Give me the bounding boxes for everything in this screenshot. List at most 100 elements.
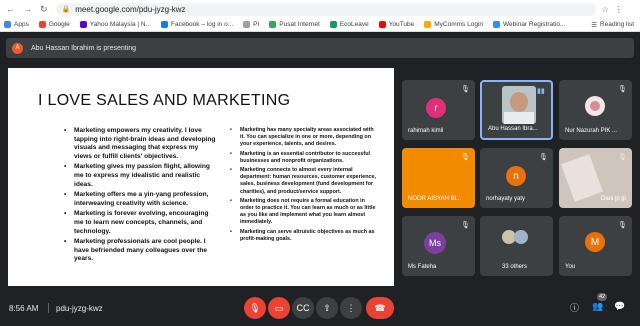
bookmark-pi[interactable]: PI [243, 21, 259, 28]
mic-off-icon: 🎙 [249, 302, 261, 313]
photo-shape [590, 101, 600, 111]
present-button[interactable]: ⇧ [316, 297, 338, 319]
participant-name: norhayaty yaty [486, 196, 526, 202]
mic-off-icon: 🎙 [618, 86, 627, 93]
others-count: 33 others [502, 264, 528, 270]
people-count-badge: 42 [597, 293, 607, 301]
info-icon[interactable]: ⓘ [570, 301, 579, 314]
slide-bullet: Marketing professionals are cool people.… [62, 238, 218, 264]
bookmark-youtube[interactable]: YouTube [378, 21, 414, 28]
others-tile[interactable]: 33 others [480, 216, 553, 276]
speaking-icon: ▮▮ [537, 88, 545, 95]
slide-bullet: Marketing connects to almost every inter… [228, 167, 378, 196]
reading-list-icon: ☰ [591, 21, 598, 29]
leave-call-button[interactable]: ☎ [366, 297, 394, 319]
participant-tile[interactable]: 🎙 r rahimah kimli [402, 80, 475, 140]
presenter-avatar: A [12, 42, 23, 54]
camera-off-icon: ▭ [274, 302, 284, 313]
yahoo-icon [79, 21, 87, 28]
bookmark-facebook[interactable]: Facebook – log in o... [160, 21, 233, 28]
participant-name: You [565, 264, 576, 270]
divider [48, 303, 49, 313]
forward-icon[interactable]: → [23, 4, 32, 15]
bookmark-webinar[interactable]: Webinar Registratio... [493, 21, 565, 28]
avatar: M [585, 232, 605, 252]
presenting-text: Abu Hassan Ibrahim is presenting [31, 44, 137, 52]
shirt-shape [504, 112, 534, 124]
video-feed [502, 86, 536, 124]
slide-title: I LOVE SALES AND MARKETING [38, 92, 291, 109]
reading-list[interactable]: ☰ Reading list [591, 21, 634, 29]
slide-bullet: Marketing offers me a yin-yang professio… [62, 191, 218, 208]
avatar: n [506, 166, 526, 186]
hang-up-icon: ☎ [374, 302, 386, 313]
participant-name: NOOR AISYAH BI... [408, 196, 462, 202]
avatar: Ms [424, 232, 446, 254]
bookmark-yahoo[interactable]: Yahoo Malaysia | N... [79, 21, 151, 28]
mic-off-icon: 🎙 [461, 86, 470, 93]
self-tile[interactable]: 🎙 M You [559, 216, 632, 276]
slide-bullet: Marketing has many specialty areas assoc… [228, 127, 378, 149]
avatar: r [426, 98, 446, 118]
slide-bullet: Marketing is an essential contributor to… [228, 151, 378, 165]
participant-tile[interactable]: 🎙 Ms Ms Fateha [402, 216, 475, 276]
slide-bullet: Marketing does not require a formal educ… [228, 198, 378, 227]
bookmarks-bar: Apps Google Yahoo Malaysia | N... Facebo… [0, 18, 640, 32]
reload-icon[interactable]: ↻ [40, 4, 48, 15]
participant-name: Ms Fateha [408, 264, 437, 270]
bookmark-apps[interactable]: Apps [4, 21, 29, 28]
captions-icon: CC [296, 303, 310, 313]
mic-off-icon: 🎙 [461, 154, 470, 161]
captions-button[interactable]: CC [292, 297, 314, 319]
apps-icon [4, 21, 11, 28]
lock-icon: 🔒 [61, 6, 71, 13]
webinar-icon [493, 21, 501, 28]
facebook-icon [160, 21, 168, 28]
back-icon[interactable]: ← [6, 4, 15, 15]
mycomms-icon [424, 21, 432, 28]
more-options-button[interactable]: ⋮ [340, 297, 362, 319]
participant-tile-active[interactable]: ▮▮ Abu Hassan Ibra... [480, 80, 553, 140]
mic-toggle-button[interactable]: 🎙 [244, 297, 266, 319]
mic-off-icon: 🎙 [618, 154, 627, 161]
google-icon [38, 21, 46, 28]
chat-icon[interactable]: 💬 [614, 301, 625, 312]
people-icon[interactable]: 👥 [592, 301, 603, 312]
meeting-controls: 8:56 AM pdu-jyzg-kwz 🎙 ▭ CC ⇧ ⋮ ☎ ⓘ 👥 42… [0, 292, 640, 326]
bookmark-pusat-internet[interactable]: Pusat Internet [269, 21, 320, 28]
participant-tile[interactable]: 🎙 Dani jp jp [559, 148, 632, 208]
bookmark-google[interactable]: Google [38, 21, 70, 28]
participant-tile[interactable]: 🎙 NOOR AISYAH BI... [402, 148, 475, 208]
participant-name: Dani jp jp [600, 196, 626, 202]
mic-off-icon: 🎙 [618, 222, 627, 229]
pi-icon [243, 21, 251, 28]
present-icon: ⇧ [323, 302, 331, 313]
participant-name: Abu Hassan Ibra... [488, 126, 538, 132]
face-shape [510, 92, 528, 112]
extensions-icon[interactable]: ⋮ [615, 5, 623, 14]
bookmark-ecoleave[interactable]: EcoLeave [329, 21, 369, 28]
mic-off-icon: 🎙 [461, 222, 470, 229]
presentation-slide: I LOVE SALES AND MARKETING Marketing emp… [8, 68, 394, 286]
participant-name: rahimah kimli [408, 128, 444, 134]
slide-right-column: Marketing has many specialty areas assoc… [228, 127, 378, 245]
slide-bullet: Marketing is forever evolving, encouragi… [62, 210, 218, 236]
avatar [514, 230, 528, 244]
more-vert-icon: ⋮ [346, 302, 356, 313]
browser-nav: ← → ↻ [0, 4, 48, 15]
browser-address-bar: ← → ↻ 🔒 meet.google.com/pdu-jyzg-kwz ☆ ⋮ [0, 0, 640, 18]
url-field[interactable]: 🔒 meet.google.com/pdu-jyzg-kwz [55, 2, 596, 16]
participant-tile[interactable]: 🎙 Nur Nazurah PIK ... [559, 80, 632, 140]
star-icon[interactable]: ☆ [602, 5, 609, 14]
profile-photo [585, 96, 605, 116]
presenting-banner: A Abu Hassan Ibrahim is presenting [6, 38, 634, 58]
bookmark-mycomms[interactable]: MyComms Login [424, 21, 483, 28]
slide-bullet: Marketing gives my passion flight, allow… [62, 163, 218, 189]
browser-actions: ☆ ⋮ [602, 5, 623, 14]
pusat-internet-icon [269, 21, 277, 28]
participant-tile[interactable]: 🎙 n norhayaty yaty [480, 148, 553, 208]
clock: 8:56 AM [9, 304, 39, 313]
camera-toggle-button[interactable]: ▭ [268, 297, 290, 319]
ecoleave-icon [329, 21, 337, 28]
slide-bullet: Marketing can serve altruistic objective… [228, 229, 378, 243]
